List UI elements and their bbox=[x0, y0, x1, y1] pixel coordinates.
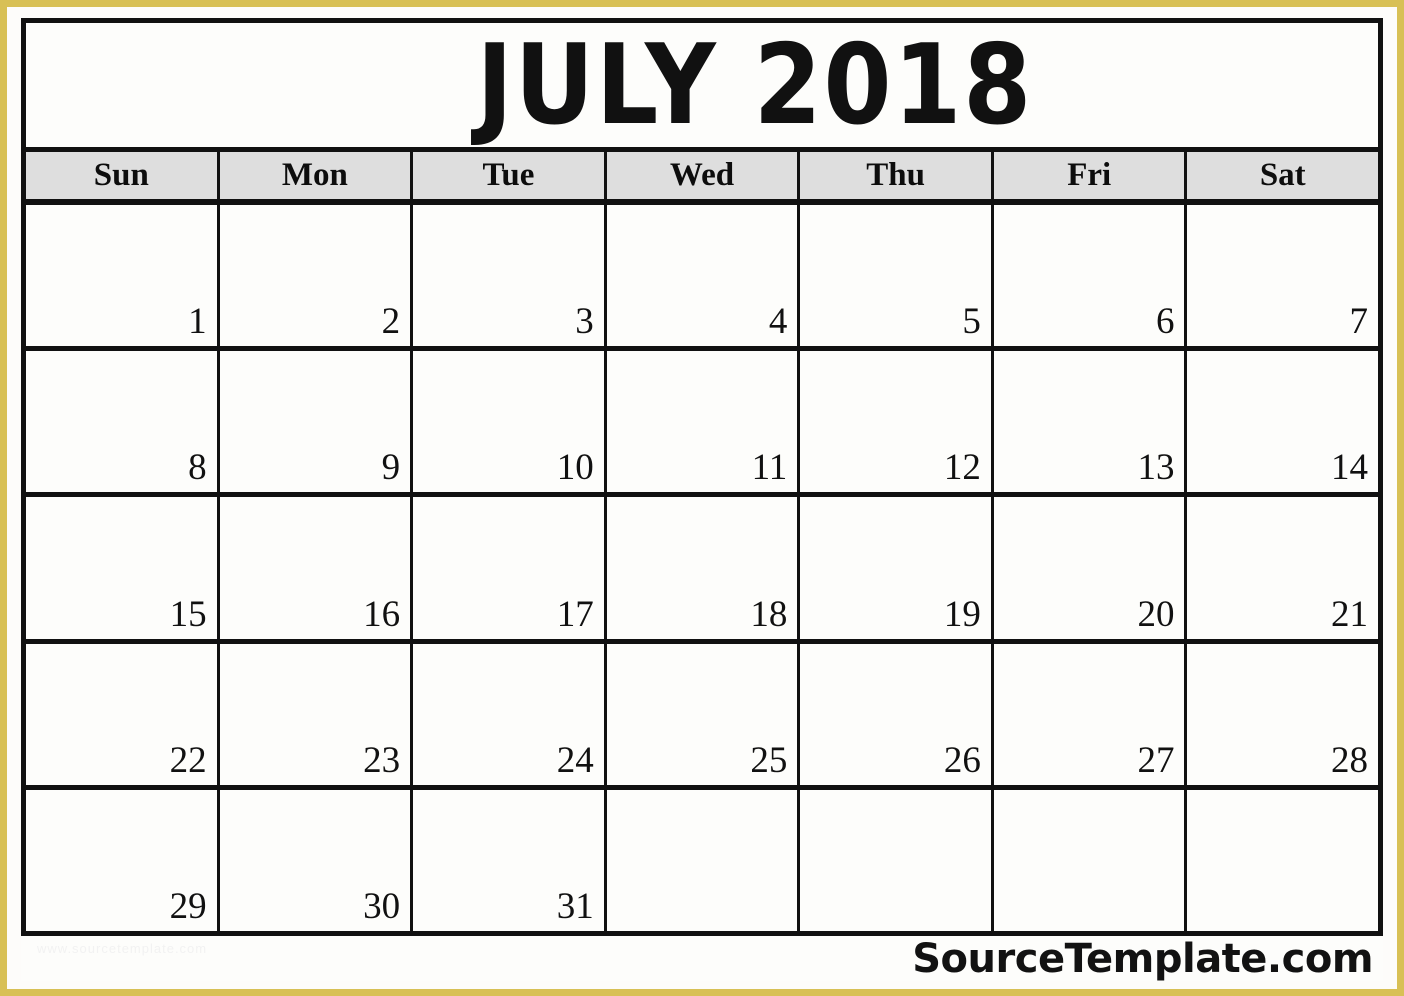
calendar-day-cell[interactable]: 11 bbox=[606, 351, 801, 493]
calendar-week-row: 1 2 3 4 5 6 7 bbox=[26, 205, 1379, 352]
calendar-day-cell[interactable]: 21 bbox=[1187, 497, 1379, 639]
calendar-day-number: 22 bbox=[169, 739, 207, 781]
calendar-day-cell[interactable]: 26 bbox=[800, 643, 994, 785]
calendar-sheet: JULY 2018 Sun Mon Tue Wed Thu Fri Sat 12345678… bbox=[21, 18, 1383, 982]
calendar-day-number: 6 bbox=[1155, 301, 1175, 343]
calendar-frame: JULY 2018 Sun Mon Tue Wed Thu Fri Sat 12345678… bbox=[21, 18, 1383, 936]
calendar-day-number: 24 bbox=[556, 739, 594, 781]
calendar-day-cell[interactable]: 5 bbox=[800, 205, 994, 347]
calendar-day-number: 29 bbox=[169, 886, 207, 928]
calendar-day-number: 25 bbox=[750, 739, 788, 781]
calendar-day-cell[interactable]: 13 bbox=[993, 351, 1188, 493]
calendar-day-cell[interactable]: 9 bbox=[219, 351, 414, 493]
calendar-day-cell[interactable]: 28 bbox=[1187, 643, 1379, 785]
calendar-day-number: 2 bbox=[381, 301, 401, 343]
calendar-day-cell[interactable]: 18 bbox=[606, 497, 801, 639]
weekday-header-sat: Sat bbox=[1187, 152, 1379, 199]
calendar-day-cell-empty bbox=[1187, 789, 1379, 932]
weekday-header-row: Sun Mon Tue Wed Thu Fri Sat bbox=[26, 147, 1379, 205]
calendar-day-cell[interactable]: 25 bbox=[606, 643, 801, 785]
calendar-day-number: 3 bbox=[575, 301, 594, 343]
calendar-day-cell[interactable]: 1 bbox=[26, 205, 220, 347]
calendar-week-row: 22 23 24 25 26 27 28 bbox=[26, 643, 1379, 790]
calendar-day-number: 1 bbox=[188, 301, 207, 343]
calendar-day-number: 26 bbox=[943, 739, 981, 781]
calendar-day-number: 5 bbox=[962, 301, 981, 343]
calendar-title-band: JULY 2018 bbox=[26, 23, 1378, 147]
calendar-day-cell[interactable]: 16 bbox=[219, 497, 414, 639]
calendar-day-cell[interactable]: 27 bbox=[993, 643, 1188, 785]
calendar-week-row: 8 9 10 11 12 13 14 bbox=[26, 351, 1379, 498]
calendar-day-cell[interactable]: 22 bbox=[26, 643, 220, 785]
calendar-day-cell[interactable]: 23 bbox=[219, 643, 414, 785]
weekday-header-wed: Wed bbox=[606, 152, 801, 199]
calendar-day-cell[interactable]: 3 bbox=[413, 205, 607, 347]
calendar-page: JULY 2018 Sun Mon Tue Wed Thu Fri Sat 12345678… bbox=[0, 0, 1404, 996]
calendar-day-number: 23 bbox=[363, 739, 401, 781]
calendar-day-number: 11 bbox=[751, 447, 788, 489]
calendar-day-cell[interactable]: 19 bbox=[800, 497, 994, 639]
calendar-day-number: 7 bbox=[1349, 301, 1369, 343]
calendar-day-number: 28 bbox=[1331, 739, 1369, 781]
calendar-day-number: 18 bbox=[750, 593, 788, 635]
calendar-day-number: 17 bbox=[556, 593, 594, 635]
calendar-day-cell[interactable]: 24 bbox=[413, 643, 607, 785]
calendar-day-cell-empty bbox=[993, 789, 1188, 932]
calendar-day-number: 16 bbox=[363, 593, 401, 635]
calendar-day-cell[interactable]: 29 bbox=[26, 789, 220, 932]
calendar-week-row: 29 30 31 bbox=[26, 789, 1379, 932]
calendar-day-number: 13 bbox=[1137, 447, 1175, 489]
calendar-day-cell[interactable]: 17 bbox=[413, 497, 607, 639]
weekday-header-sun: Sun bbox=[26, 152, 220, 199]
calendar-day-cell[interactable]: 8 bbox=[26, 351, 220, 493]
weekday-header-thu: Thu bbox=[800, 152, 994, 199]
calendar-day-cell[interactable]: 20 bbox=[993, 497, 1188, 639]
calendar-day-cell[interactable]: 30 bbox=[219, 789, 414, 932]
calendar-day-number: 12 bbox=[943, 447, 981, 489]
calendar-day-number: 19 bbox=[943, 593, 981, 635]
calendar-day-cell[interactable]: 2 bbox=[219, 205, 414, 347]
calendar-day-cell[interactable]: 14 bbox=[1187, 351, 1379, 493]
calendar-footer: www.sourcetemplate.com SourceTemplate.co… bbox=[21, 936, 1383, 982]
calendar-day-number: 31 bbox=[556, 886, 594, 928]
calendar-day-number: 27 bbox=[1137, 739, 1175, 781]
calendar-day-cell[interactable]: 6 bbox=[993, 205, 1188, 347]
calendar-day-cell[interactable]: 7 bbox=[1187, 205, 1379, 347]
calendar-day-cell-empty bbox=[606, 789, 801, 932]
calendar-day-number: 14 bbox=[1331, 447, 1369, 489]
calendar-day-number: 4 bbox=[768, 301, 788, 343]
calendar-day-number: 9 bbox=[381, 447, 401, 489]
footer-brand: SourceTemplate.com bbox=[912, 936, 1373, 982]
weekday-header-mon: Mon bbox=[219, 152, 414, 199]
weekday-header-tue: Tue bbox=[413, 152, 607, 199]
calendar-day-cell[interactable]: 15 bbox=[26, 497, 220, 639]
calendar-title: JULY 2018 bbox=[476, 23, 1033, 147]
calendar-week-row: 15 16 17 18 19 20 21 bbox=[26, 497, 1379, 644]
calendar-day-cell[interactable]: 4 bbox=[606, 205, 801, 347]
calendar-day-cell[interactable]: 12 bbox=[800, 351, 994, 493]
calendar-day-number: 15 bbox=[169, 593, 207, 635]
weekday-header-fri: Fri bbox=[993, 152, 1188, 199]
calendar-day-number: 10 bbox=[556, 447, 594, 489]
calendar-day-number: 8 bbox=[188, 447, 207, 489]
calendar-day-cell[interactable]: 31 bbox=[413, 789, 607, 932]
calendar-day-number: 21 bbox=[1331, 593, 1369, 635]
calendar-week-grid: 1 2 3 4 5 6 7 8 9 10 11 12 13 14 15 16 17 18 19 20 21 22 23 24 2… bbox=[26, 205, 1379, 932]
calendar-day-number: 20 bbox=[1137, 593, 1175, 635]
calendar-day-number: 30 bbox=[363, 886, 401, 928]
calendar-day-cell[interactable]: 10 bbox=[413, 351, 607, 493]
calendar-day-cell-empty bbox=[800, 789, 994, 932]
footer-watermark: www.sourcetemplate.com bbox=[37, 941, 208, 956]
